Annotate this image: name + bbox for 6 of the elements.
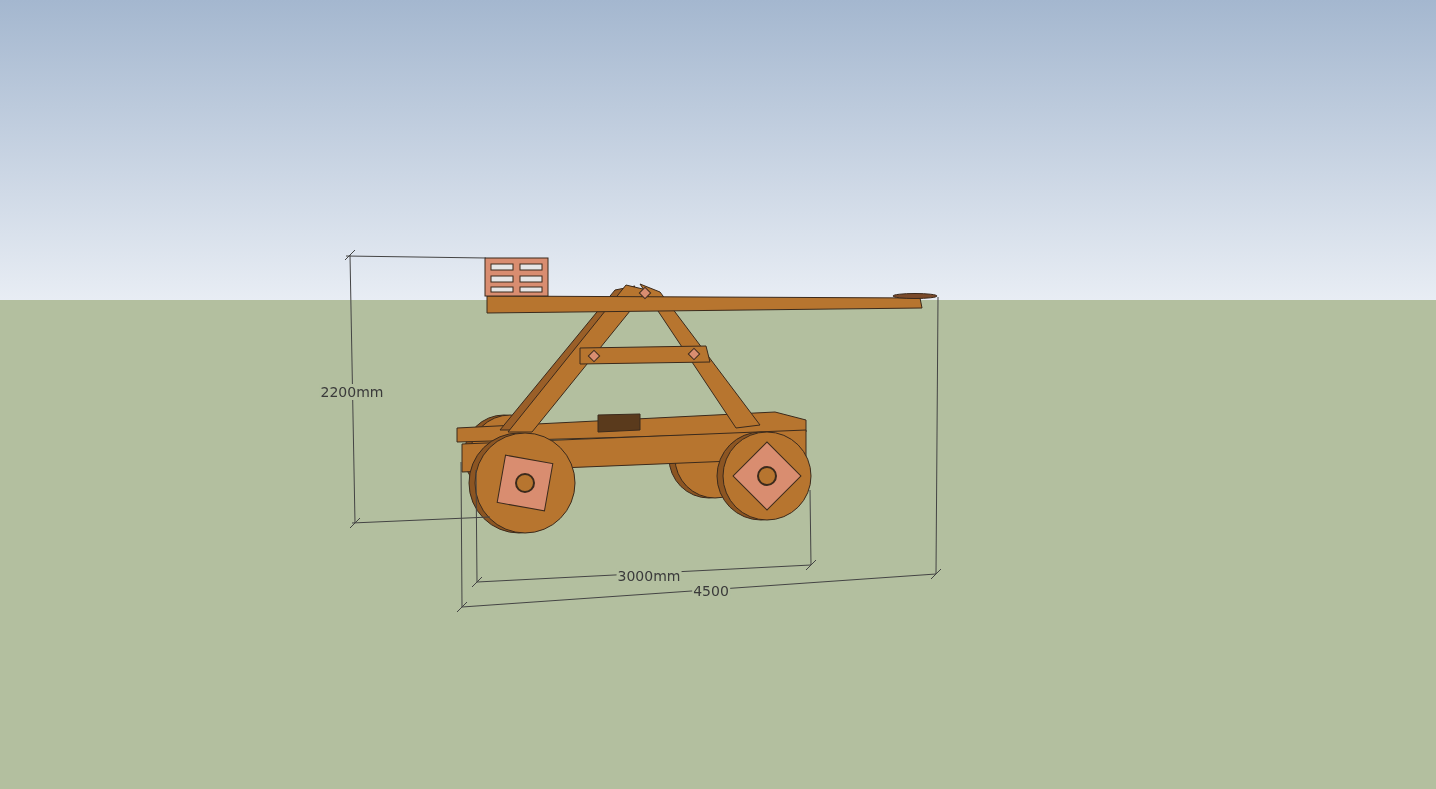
dimension-label: 3000mm (616, 568, 682, 584)
dimension-label: 2200mm (319, 384, 385, 400)
dimension-line[interactable] (456, 296, 942, 613)
dimension-label: 4500 (692, 583, 730, 599)
catapult-model-drawing[interactable] (456, 257, 938, 534)
3d-viewport[interactable]: 2200mm 3000mm 4500 (0, 0, 1436, 789)
